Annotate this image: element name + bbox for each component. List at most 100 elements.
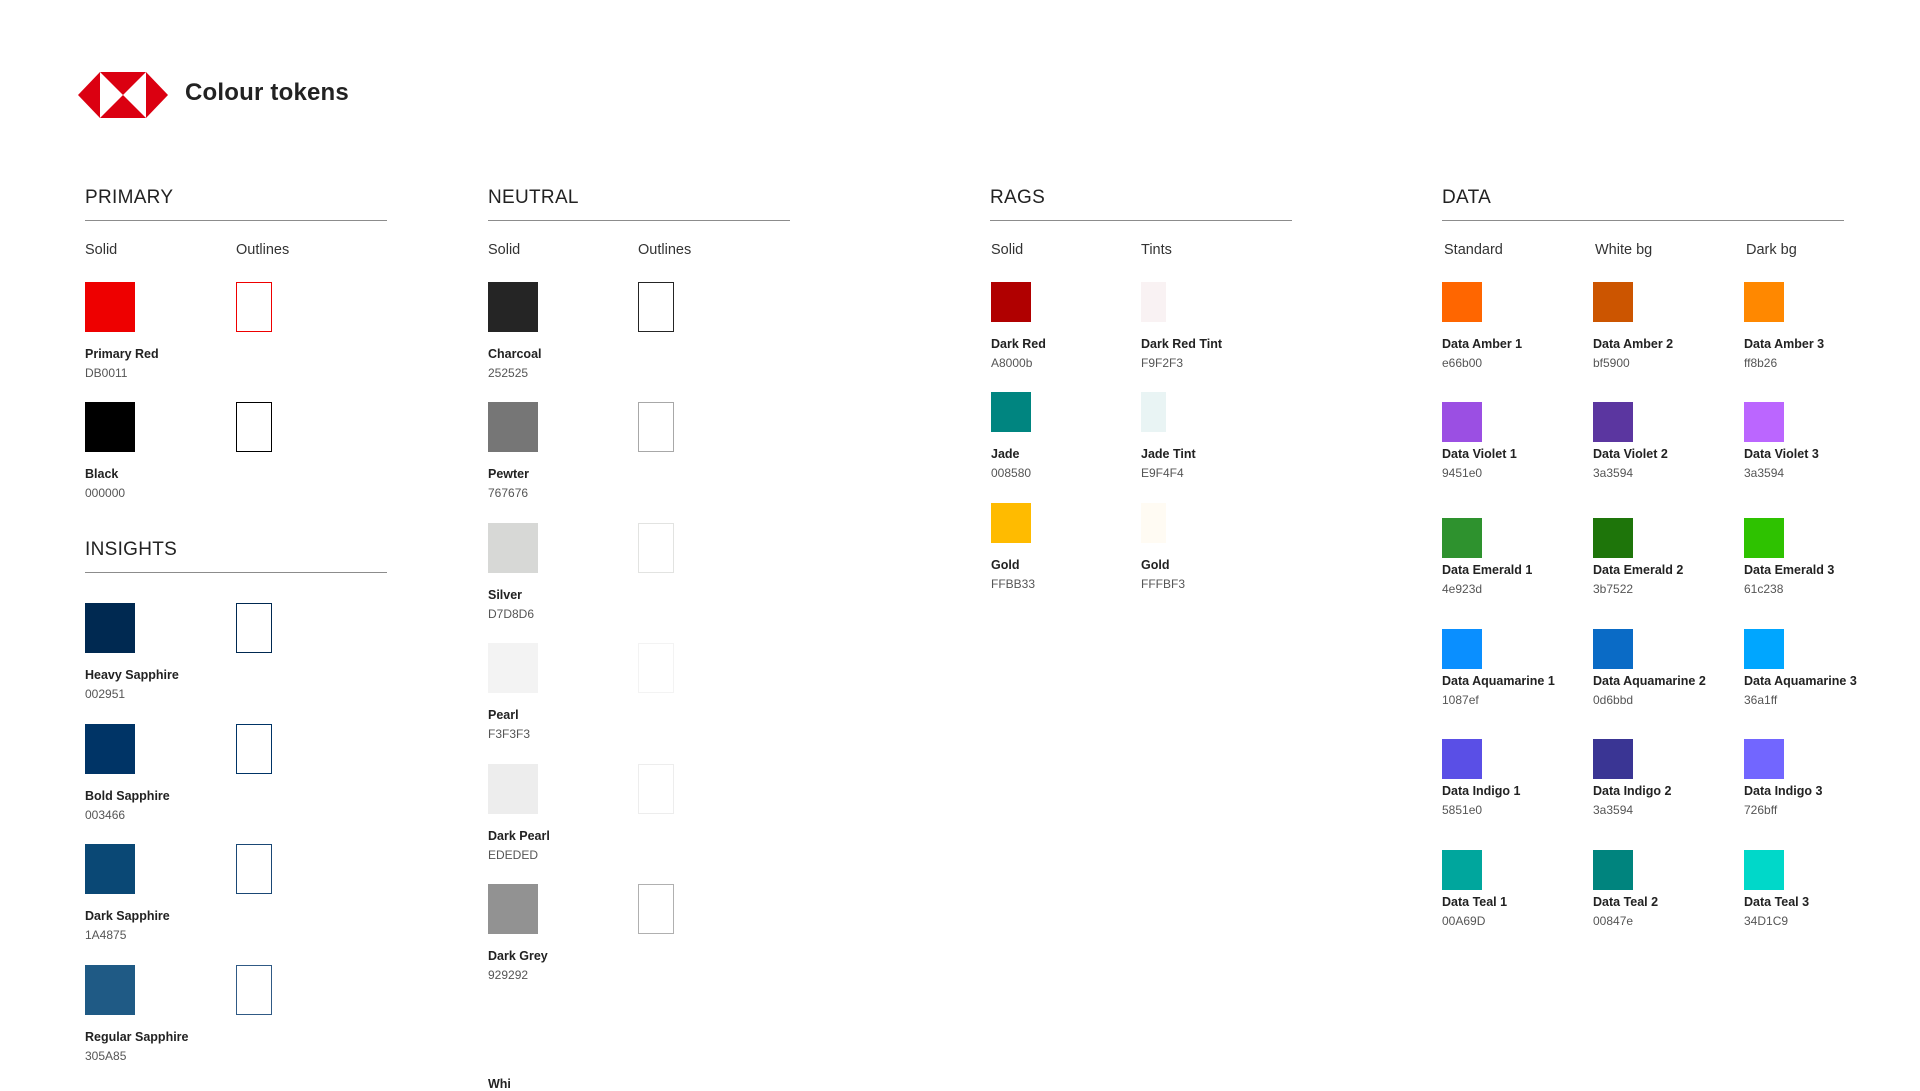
outline-swatch-charcoal: [638, 282, 674, 332]
swatch-gold: [991, 503, 1031, 543]
token-hex: 003466: [85, 808, 126, 822]
token-name: Silver: [488, 588, 523, 602]
token-hex: 252525: [488, 366, 529, 380]
token-hex: 1087ef: [1442, 693, 1479, 707]
swatch-data-emerald-3: [1744, 518, 1784, 558]
swatch-dark-grey: [488, 884, 538, 934]
swatch-pewter: [488, 402, 538, 452]
section-divider: [488, 220, 790, 221]
outline-swatch-pewter: [638, 402, 674, 452]
outline-swatch-heavy-sapphire: [236, 603, 272, 653]
token-name: Data Aquamarine 1: [1442, 674, 1555, 688]
token-hex: F3F3F3: [488, 727, 531, 741]
token-hex: 5851e0: [1442, 803, 1483, 817]
token-hex: ff8b26: [1744, 356, 1778, 370]
swatch-regular-sapphire: [85, 965, 135, 1015]
swatch-data-violet-3: [1744, 402, 1784, 442]
token-hex: 36a1ff: [1744, 693, 1778, 707]
col-header-white-bg: White bg: [1595, 242, 1653, 258]
swatch-jade: [991, 392, 1031, 432]
swatch-data-amber-3: [1744, 282, 1784, 322]
token-hex: 3a3594: [1744, 466, 1785, 480]
outline-swatch-dark-pearl: [638, 764, 674, 814]
swatch-data-teal-1: [1442, 850, 1482, 890]
token-name: Pewter: [488, 467, 529, 481]
section-title-data: DATA: [1442, 187, 1492, 208]
swatch-data-teal-3: [1744, 850, 1784, 890]
swatch-data-teal-2: [1593, 850, 1633, 890]
token-hex: 34D1C9: [1744, 914, 1789, 928]
token-hex: 9451e0: [1442, 466, 1483, 480]
token-name: Heavy Sapphire: [85, 668, 179, 682]
section-divider: [990, 220, 1292, 221]
token-name: Black: [85, 467, 119, 481]
swatch-bold-sapphire: [85, 724, 135, 774]
token-name: Data Teal 2: [1593, 895, 1659, 909]
token-hex: 1A4875: [85, 928, 127, 942]
token-hex: e66b00: [1442, 356, 1483, 370]
token-hex: DB0011: [85, 366, 128, 380]
col-header-tints: Tints: [1141, 242, 1172, 258]
token-name: Data Emerald 1: [1442, 563, 1533, 577]
hsbc-logo: [78, 72, 168, 118]
swatch-data-violet-2: [1593, 402, 1633, 442]
token-name: Data Indigo 3: [1744, 784, 1823, 798]
token-hex: 61c238: [1744, 582, 1784, 596]
token-name: Data Teal 1: [1442, 895, 1508, 909]
token-hex: 002951: [85, 687, 126, 701]
section-divider: [85, 572, 387, 573]
token-name: Data Aquamarine 3: [1744, 674, 1857, 688]
token-hex: 4e923d: [1442, 582, 1483, 596]
col-header-solid: Solid: [85, 242, 118, 258]
swatch-pearl: [488, 643, 538, 693]
swatch-black: [85, 402, 135, 452]
token-name: Dark Grey: [488, 949, 548, 963]
token-name: Data Amber 2: [1593, 337, 1674, 351]
swatch-data-indigo-1: [1442, 739, 1482, 779]
token-name: Data Aquamarine 2: [1593, 674, 1706, 688]
swatch-heavy-sapphire: [85, 603, 135, 653]
swatch-dark-red: [991, 282, 1031, 322]
token-hex: A8000b: [991, 356, 1033, 370]
swatch-silver: [488, 523, 538, 573]
section-divider: [1442, 220, 1844, 221]
token-name: Gold: [1141, 558, 1170, 572]
token-name: Data Amber 3: [1744, 337, 1825, 351]
token-hex: 3a3594: [1593, 803, 1634, 817]
token-hex: FFFBF3: [1141, 577, 1185, 591]
swatch-data-emerald-1: [1442, 518, 1482, 558]
token-hex: 000000: [85, 486, 126, 500]
token-name: Gold: [991, 558, 1020, 572]
token-name: Data Violet 2: [1593, 447, 1668, 461]
swatch-data-violet-1: [1442, 402, 1482, 442]
token-name: Data Indigo 2: [1593, 784, 1672, 798]
token-name: Dark Red: [991, 337, 1046, 351]
section-title-primary: PRIMARY: [85, 187, 174, 208]
token-name: Data Violet 1: [1442, 447, 1517, 461]
token-hex: 008580: [991, 466, 1032, 480]
col-header-standard: Standard: [1444, 242, 1503, 258]
swatch-data-aquamarine-2: [1593, 629, 1633, 669]
swatch-data-aquamarine-3: [1744, 629, 1784, 669]
swatch-jade-tint: [1141, 392, 1166, 432]
swatch-data-aquamarine-1: [1442, 629, 1482, 669]
token-hex: EDEDED: [488, 848, 539, 862]
token-hex: E9F4F4: [1141, 466, 1184, 480]
col-header-outlines: Outlines: [236, 242, 290, 258]
token-hex: 0d6bbd: [1593, 693, 1634, 707]
swatch-primary-red: [85, 282, 135, 332]
token-name: Regular Sapphire: [85, 1030, 189, 1044]
token-name-truncated: Whi: [488, 1077, 511, 1091]
outline-swatch-dark-sapphire: [236, 844, 272, 894]
page-title: Colour tokens: [185, 79, 349, 106]
token-name: Dark Sapphire: [85, 909, 170, 923]
token-hex: 305A85: [85, 1049, 127, 1063]
swatch-data-emerald-2: [1593, 518, 1633, 558]
section-title-rags: RAGS: [990, 187, 1046, 208]
outline-swatch-primary-red: [236, 282, 272, 332]
token-name: Data Indigo 1: [1442, 784, 1521, 798]
swatch-data-amber-1: [1442, 282, 1482, 322]
token-hex: FFBB33: [991, 577, 1036, 591]
token-name: Pearl: [488, 708, 519, 722]
token-name: Dark Red Tint: [1141, 337, 1223, 351]
